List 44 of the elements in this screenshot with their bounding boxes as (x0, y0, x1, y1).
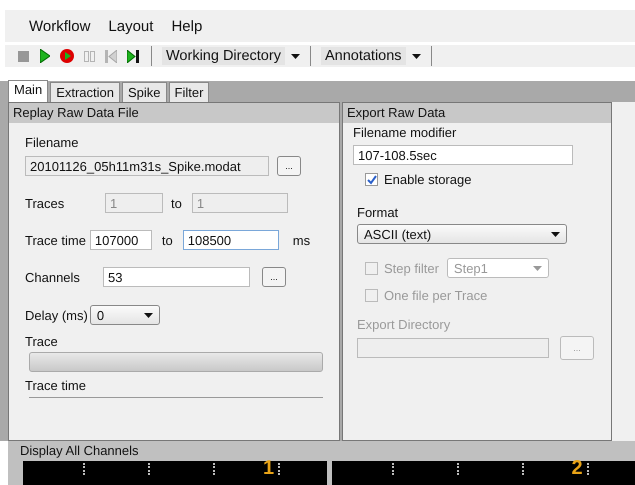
filename-modifier-field[interactable]: 107-108.5sec (353, 145, 573, 165)
field-label: to (162, 232, 173, 248)
checkbox[interactable] (365, 173, 378, 186)
checkbox-label: One file per Trace (384, 288, 488, 303)
menu-item[interactable]: Help (162, 18, 212, 34)
toolbar-button[interactable] (37, 48, 53, 64)
time-from-field[interactable]: 107000 (90, 230, 152, 250)
field-label: Filename (25, 135, 80, 150)
field-label: Traces (25, 196, 66, 210)
field-label: Delay (ms) (25, 308, 88, 322)
checkbox-label: Step filter (384, 260, 439, 276)
caret-icon (532, 266, 542, 270)
field-label: Filename modifier (353, 125, 458, 140)
section-title: Display All Channels (8, 441, 635, 461)
panel-title: Export Raw Data (343, 103, 611, 123)
caret-icon (551, 232, 560, 236)
field-label: Trace time (25, 378, 87, 393)
tab[interactable]: Spike (122, 82, 167, 102)
tab[interactable]: Extraction (50, 82, 120, 102)
unit-label: ms (292, 232, 310, 248)
field-label: to (171, 196, 182, 210)
filename-field[interactable]: 20101126_05h11m31s_Spike.modat (25, 156, 269, 176)
caret-icon (412, 54, 421, 58)
caret-icon (144, 312, 153, 318)
checkbox-label: Enable storage (384, 172, 472, 187)
delay-dropdown[interactable]: 0 (90, 305, 160, 325)
format-dropdown[interactable]: ASCII (text) (357, 224, 567, 244)
time-to-field[interactable]: 108500 (182, 230, 279, 250)
tab[interactable]: Main (8, 80, 48, 102)
tab[interactable]: Filter (168, 82, 210, 102)
play-icon[interactable] (40, 49, 50, 63)
caret-icon (290, 54, 300, 58)
field-label: Export Directory (357, 317, 452, 332)
menu-item[interactable]: Workflow (20, 18, 100, 34)
field-label: Channels (25, 270, 81, 284)
field-label: Trace time (25, 232, 86, 248)
field-label: Trace (25, 334, 59, 349)
browse-button[interactable]: ... (262, 267, 286, 287)
browse-button[interactable]: ... (277, 156, 301, 176)
field-label: Format (357, 205, 400, 220)
menu-item[interactable]: Layout (99, 18, 162, 34)
directory-field[interactable] (357, 338, 549, 358)
channels-field[interactable]: 53 (103, 267, 250, 287)
panel-title: Replay Raw Data File (9, 103, 339, 123)
